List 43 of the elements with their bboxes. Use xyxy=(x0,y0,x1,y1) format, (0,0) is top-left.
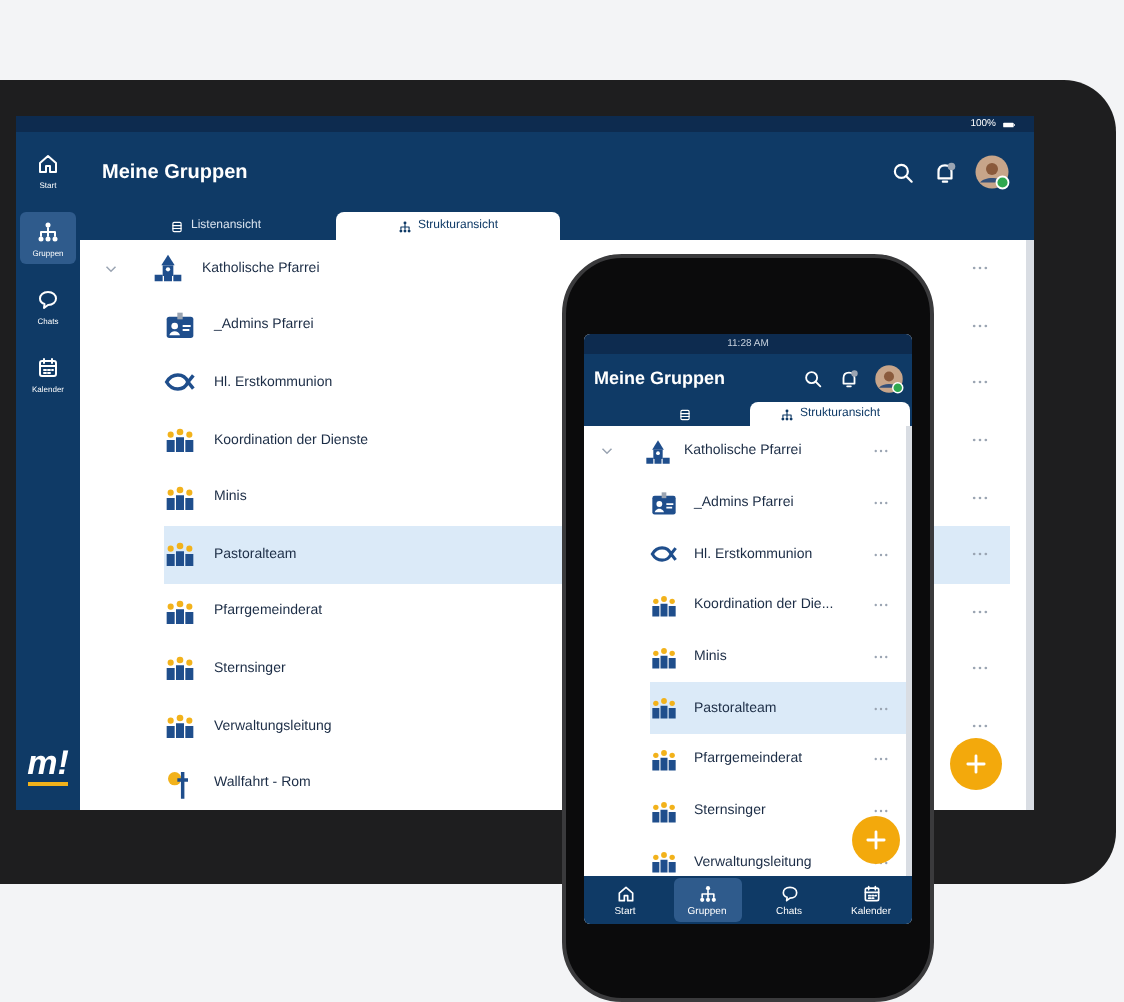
people-icon xyxy=(650,848,678,876)
people-icon xyxy=(164,538,196,571)
people-icon xyxy=(164,652,196,685)
hierarchy-icon xyxy=(697,883,717,903)
chat-icon xyxy=(779,883,799,903)
hierarchy-icon xyxy=(397,219,412,233)
people-icon xyxy=(650,591,678,620)
calendar-icon xyxy=(36,356,60,380)
plus-icon xyxy=(862,826,890,854)
list-icon xyxy=(677,407,691,421)
people-icon xyxy=(164,595,196,628)
bell-icon xyxy=(932,159,958,185)
bell-icon xyxy=(838,367,860,389)
plus-icon xyxy=(962,750,990,778)
people-icon xyxy=(650,797,678,826)
search-icon xyxy=(890,159,916,185)
people-icon xyxy=(650,745,678,774)
page-title: Meine Gruppen xyxy=(594,368,728,388)
people-icon xyxy=(650,643,678,672)
id-card-icon xyxy=(650,489,678,518)
people-icon xyxy=(164,710,196,743)
notifications-button[interactable] xyxy=(932,159,958,185)
people-icon xyxy=(650,694,678,723)
home-icon xyxy=(36,152,60,176)
hierarchy-icon xyxy=(36,220,60,244)
list-icon xyxy=(170,219,185,233)
home-icon xyxy=(615,883,635,903)
search-button[interactable] xyxy=(802,367,824,389)
search-icon xyxy=(802,367,824,389)
hierarchy-icon xyxy=(779,407,794,421)
church-icon xyxy=(644,437,672,466)
church-icon xyxy=(152,252,184,285)
logo: m! xyxy=(27,746,69,786)
page-title: Meine Gruppen xyxy=(102,161,250,183)
notifications-button[interactable] xyxy=(838,367,860,389)
calendar-icon xyxy=(861,883,881,903)
people-icon xyxy=(164,481,196,514)
chat-icon xyxy=(36,288,60,312)
avatar-icon xyxy=(874,363,904,393)
avatar-icon xyxy=(974,154,1010,190)
people-icon xyxy=(164,424,196,457)
search-button[interactable] xyxy=(890,159,916,185)
id-card-icon xyxy=(164,309,196,342)
